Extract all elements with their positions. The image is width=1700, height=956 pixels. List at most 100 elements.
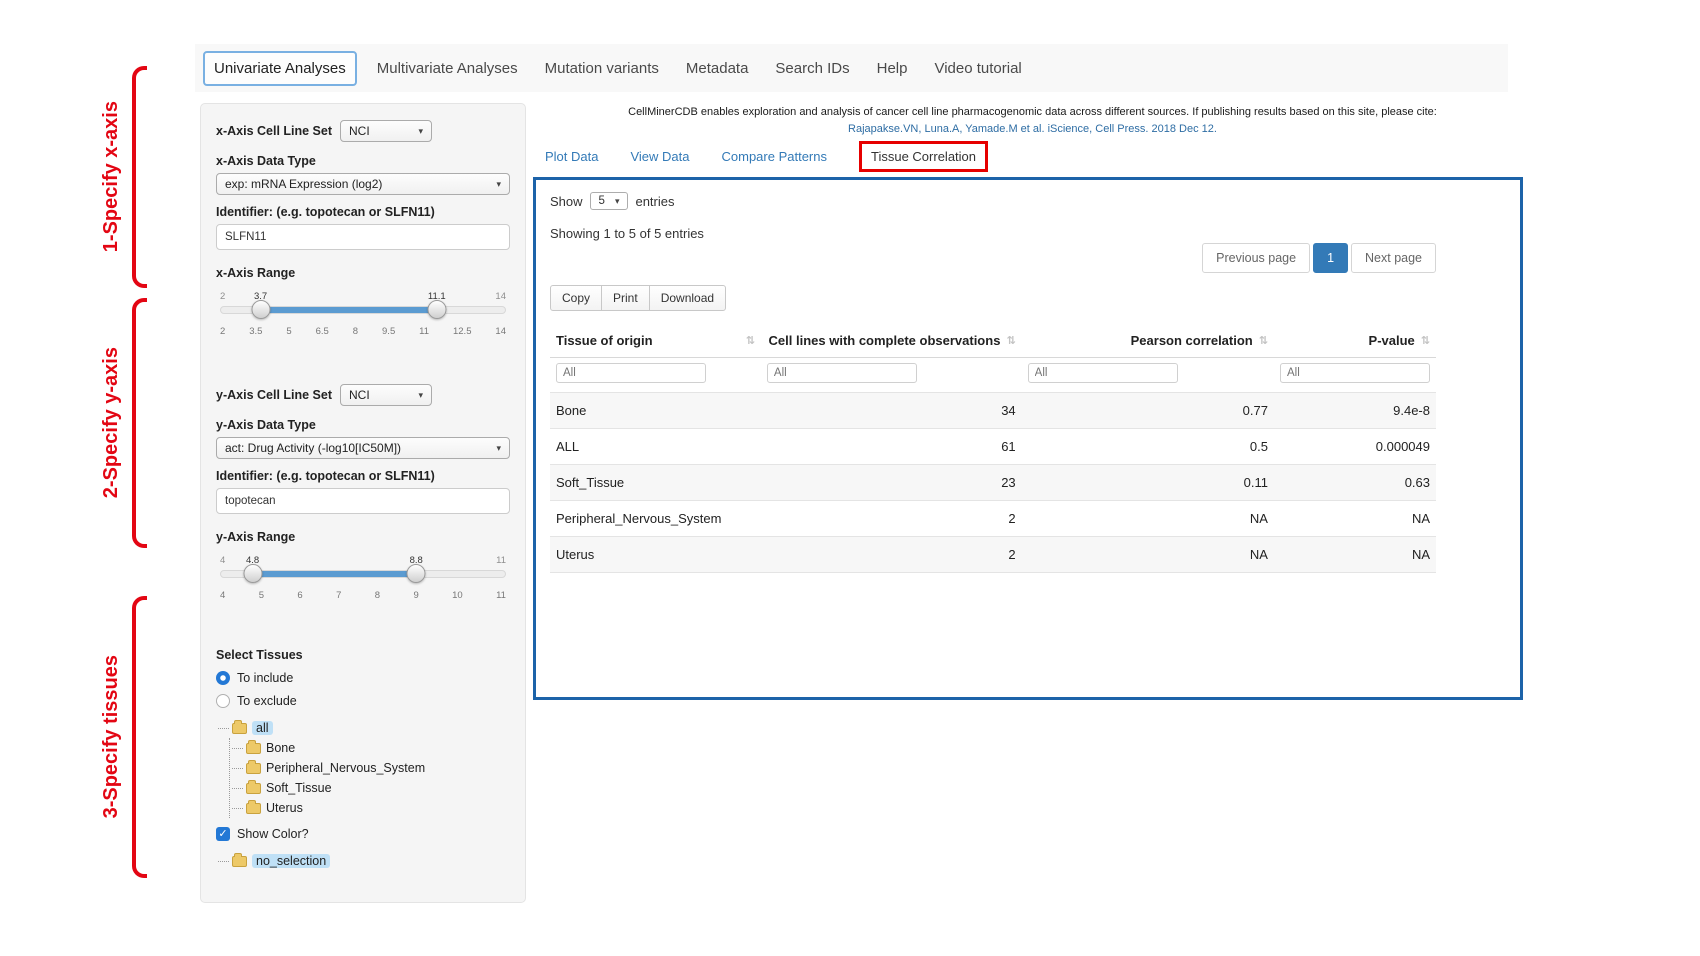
tick-label: 6.5	[316, 326, 329, 337]
sort-icon[interactable]: ⇅	[1421, 334, 1430, 347]
tree-item-soft-tissue[interactable]: Soft_Tissue	[230, 778, 510, 798]
annotation-step-2-label: 2-Specify y-axis	[100, 347, 123, 498]
annotation-step-3-label: 3-Specify tissues	[100, 655, 123, 818]
tab-tissue-correlation[interactable]: Tissue Correlation	[859, 141, 988, 172]
tissue-correlation-panel: Show 5 ▾ entries Showing 1 to 5 of 5 ent…	[533, 177, 1523, 700]
cell-pearson: 0.11	[1022, 465, 1274, 501]
cell-cell-lines: 2	[761, 537, 1022, 573]
citation-reference-link[interactable]: Rajapakse.VN, Luna.A, Yamade.M et al. iS…	[545, 121, 1520, 138]
slider-min-label: 4	[220, 555, 225, 566]
y-identifier-input[interactable]	[216, 488, 510, 514]
y-cell-line-set-label: y-Axis Cell Line Set	[216, 388, 332, 402]
radio-selected-icon	[216, 671, 230, 685]
cell-tissue: Peripheral_Nervous_System	[550, 501, 761, 537]
tick-label: 4	[220, 590, 225, 601]
column-header-pearson-correlation[interactable]: Pearson correlation ⇅	[1022, 324, 1274, 358]
nav-tab-video-tutorial[interactable]: Video tutorial	[927, 52, 1028, 85]
nav-tab-help[interactable]: Help	[870, 52, 915, 85]
slider-handle-left[interactable]	[251, 300, 270, 319]
select-tissues-label: Select Tissues	[216, 648, 510, 662]
tick-label: 7	[336, 590, 341, 601]
tab-compare-patterns[interactable]: Compare Patterns	[722, 149, 828, 164]
filter-cell-lines-input[interactable]	[767, 363, 917, 383]
table-row[interactable]: Bone 34 0.77 9.4e-8	[550, 393, 1436, 429]
tick-label: 3.5	[249, 326, 262, 337]
to-include-radio[interactable]: To include	[216, 671, 510, 685]
cell-p-value: 9.4e-8	[1274, 393, 1436, 429]
y-axis-range-slider[interactable]: 4 11 4.8 8.8 4 5 6 7 8 9 10 11	[220, 570, 506, 620]
x-cell-line-set-select[interactable]: NCI ▾	[340, 120, 432, 142]
tree-item-no-selection[interactable]: no_selection	[216, 851, 510, 871]
tree-item-bone[interactable]: Bone	[230, 738, 510, 758]
chevron-down-icon: ▾	[418, 126, 423, 137]
page-length-select[interactable]: 5 ▾	[590, 192, 629, 210]
folder-icon	[246, 803, 261, 814]
slider-handle-right[interactable]	[427, 300, 446, 319]
nav-tab-search-ids[interactable]: Search IDs	[768, 52, 856, 85]
tab-plot-data[interactable]: Plot Data	[545, 149, 598, 164]
x-identifier-label: Identifier: (e.g. topotecan or SLFN11)	[216, 205, 510, 219]
cell-p-value: 0.63	[1274, 465, 1436, 501]
y-identifier-label: Identifier: (e.g. topotecan or SLFN11)	[216, 469, 510, 483]
next-page-button[interactable]: Next page	[1351, 243, 1436, 273]
print-button[interactable]: Print	[601, 285, 650, 311]
tree-item-label: all	[252, 721, 273, 735]
slider-max-label: 11	[496, 555, 506, 566]
to-exclude-radio[interactable]: To exclude	[216, 694, 510, 708]
filter-tissue-input[interactable]	[556, 363, 706, 383]
annotation-bracket	[132, 66, 147, 288]
sort-icon[interactable]: ⇅	[1006, 334, 1015, 347]
tree-item-all[interactable]: all	[216, 718, 510, 738]
cell-tissue: Soft_Tissue	[550, 465, 761, 501]
nav-tab-multivariate-analyses[interactable]: Multivariate Analyses	[370, 52, 525, 85]
cell-tissue: Bone	[550, 393, 761, 429]
y-data-type-select[interactable]: act: Drug Activity (-log10[IC50M]) ▾	[216, 437, 510, 459]
nav-tab-mutation-variants[interactable]: Mutation variants	[538, 52, 666, 85]
nav-tab-metadata[interactable]: Metadata	[679, 52, 756, 85]
filter-pearson-input[interactable]	[1028, 363, 1178, 383]
x-cell-line-set-row: x-Axis Cell Line Set NCI ▾	[216, 120, 510, 142]
tree-item-label: no_selection	[252, 854, 330, 868]
x-data-type-select[interactable]: exp: mRNA Expression (log2) ▾	[216, 173, 510, 195]
x-axis-range-slider[interactable]: 2 14 3.7 11.1 2 3.5 5 6.5 8 9.5 11 12.5 …	[220, 306, 506, 356]
top-navbar: Univariate Analyses Multivariate Analyse…	[195, 44, 1508, 92]
cell-cell-lines: 61	[761, 429, 1022, 465]
tick-label: 6	[297, 590, 302, 601]
column-header-label: Cell lines with complete observations	[769, 333, 1001, 348]
to-include-label: To include	[237, 671, 293, 685]
tree-item-uterus[interactable]: Uterus	[230, 798, 510, 818]
folder-icon	[246, 783, 261, 794]
table-row[interactable]: ALL 61 0.5 0.000049	[550, 429, 1436, 465]
previous-page-button[interactable]: Previous page	[1202, 243, 1310, 273]
table-row[interactable]: Soft_Tissue 23 0.11 0.63	[550, 465, 1436, 501]
column-header-tissue-of-origin[interactable]: Tissue of origin ⇅	[550, 324, 761, 358]
slider-handle-left[interactable]	[243, 564, 262, 583]
nav-tab-univariate-analyses[interactable]: Univariate Analyses	[203, 51, 357, 86]
download-button[interactable]: Download	[649, 285, 726, 311]
page-1-button[interactable]: 1	[1313, 243, 1348, 273]
tick-label: 8	[353, 326, 358, 337]
column-header-cell-lines[interactable]: Cell lines with complete observations ⇅	[761, 324, 1022, 358]
table-row[interactable]: Peripheral_Nervous_System 2 NA NA	[550, 501, 1436, 537]
copy-button[interactable]: Copy	[550, 285, 602, 311]
show-entries-row: Show 5 ▾ entries	[550, 192, 1436, 210]
x-identifier-input[interactable]	[216, 224, 510, 250]
x-data-type-label: x-Axis Data Type	[216, 154, 510, 168]
tick-label: 12.5	[453, 326, 472, 337]
show-color-checkbox[interactable]: ✓ Show Color?	[216, 827, 510, 841]
sort-icon[interactable]: ⇅	[746, 334, 755, 347]
table-row[interactable]: Uterus 2 NA NA	[550, 537, 1436, 573]
sort-icon[interactable]: ⇅	[1259, 334, 1268, 347]
tab-view-data[interactable]: View Data	[630, 149, 689, 164]
tree-item-peripheral-nervous-system[interactable]: Peripheral_Nervous_System	[230, 758, 510, 778]
y-cell-line-set-select[interactable]: NCI ▾	[340, 384, 432, 406]
x-range-label: x-Axis Range	[216, 266, 510, 280]
slider-track[interactable]	[220, 570, 506, 578]
column-header-p-value[interactable]: P-value ⇅	[1274, 324, 1436, 358]
filter-p-value-input[interactable]	[1280, 363, 1430, 383]
pagination: Previous page 1 Next page	[550, 243, 1436, 273]
tick-label: 10	[452, 590, 463, 601]
slider-handle-right[interactable]	[407, 564, 426, 583]
cell-pearson: NA	[1022, 501, 1274, 537]
x-cell-line-set-label: x-Axis Cell Line Set	[216, 124, 332, 138]
